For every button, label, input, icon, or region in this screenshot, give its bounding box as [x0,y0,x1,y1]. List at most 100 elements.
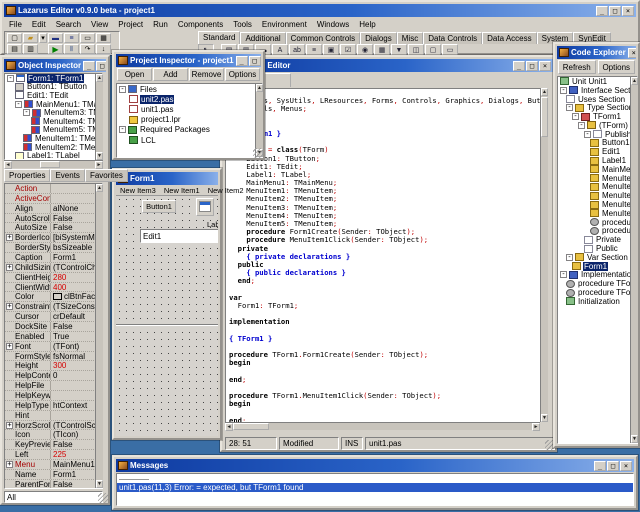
scroll-up-arrow[interactable]: ▲ [96,74,103,82]
designed-label1[interactable]: Lab [207,220,218,229]
tree-item-label1-tlabel[interactable]: Label1: TLabel [5,151,102,160]
expand-box[interactable]: - [560,271,567,278]
form-canvas[interactable]: Button1 Lab Edit1 [116,196,218,436]
tree-item-form1-tform1[interactable]: -Form1: TForm1 [5,74,102,83]
expand-box[interactable]: - [566,104,573,111]
scroll-left-arrow[interactable]: ◄ [225,423,233,431]
property-row-bordericons[interactable]: +BorderIcons [biSystemMenu,biMi [5,233,102,243]
property-row-name[interactable]: Name Form1 [5,470,102,480]
property-row-formstyle[interactable]: FormStyle fsNormal [5,352,102,362]
scroll-up-arrow[interactable]: ▲ [256,84,263,92]
maximize-button[interactable]: □ [607,461,619,471]
expand-box[interactable]: + [6,461,13,468]
tree-item-published[interactable]: -Published [558,130,637,139]
palette-tab-standard[interactable]: Standard [198,31,240,44]
form-menu-new-item2[interactable]: New Item2 [204,186,248,195]
open-button[interactable]: ▰ [23,33,38,43]
tree-item-button1[interactable]: Button1 [558,139,637,148]
scroll-thumb[interactable] [541,97,548,137]
maximize-button[interactable]: □ [609,6,621,16]
property-row-docksite[interactable]: DockSite False [5,322,102,332]
tree-item-menuitem5-tmenuitem[interactable]: MenuItem5: TMenuItem [5,126,102,135]
property-row-childsizing[interactable]: +ChildSizing (TControlChildSizing [5,263,102,273]
view-units-button[interactable]: ▤ [7,44,22,54]
save-button[interactable]: ▬ [48,33,63,43]
property-row-color[interactable]: Color clBtnFace [5,292,102,302]
view-grid-button[interactable]: ▦ [96,33,111,43]
palette-tab-common-controls[interactable]: Common Controls [286,32,360,44]
scroll-down-arrow[interactable]: ▼ [96,480,103,488]
expand-box[interactable]: + [6,422,13,429]
editor-vertical-scrollbar[interactable]: ▲ ▼ [540,88,548,422]
refresh-button[interactable]: Refresh [558,60,596,74]
menu-environment[interactable]: Environment [257,20,312,29]
minimize-button[interactable]: _ [83,61,95,71]
menu-project[interactable]: Project [113,20,148,29]
maximize-button[interactable]: □ [96,61,106,71]
scroll-up-arrow[interactable]: ▲ [631,77,638,85]
expand-box[interactable]: - [15,101,22,108]
step-into-button[interactable]: ↓ [96,44,111,54]
tree-item-menuitem3-tmenuitem[interactable]: -MenuItem3: TMenuItem [5,108,102,117]
tree-item-var-section[interactable]: -Var Section [558,253,637,262]
component-tree-vscrollbar[interactable]: ▲ ▼ [95,74,103,160]
tree-item-menuitem1-tmenuitem[interactable]: MenuItem1: TMenuItem [5,134,102,143]
property-row-borderstyle[interactable]: BorderStyle bsSizeable [5,243,102,253]
property-row-helpcontext[interactable]: HelpContext 0 [5,371,102,381]
tree-item-unit1-pas[interactable]: unit1.pas [117,104,262,114]
tree-item-mainmenu1[interactable]: MainMenu1 [558,165,637,174]
resize-grip[interactable] [98,493,108,503]
maximize-button[interactable]: □ [526,61,538,71]
tree-item-form1[interactable]: Form1 [558,262,637,271]
code-tree-scrollbar[interactable]: ▲ ▼ [630,77,638,443]
object-inspector-titlebar[interactable]: Object Inspector _ □ × [4,59,106,72]
tree-item-menuitem4[interactable]: MenuItem4 [558,200,637,209]
property-row-icon[interactable]: Icon (TIcon) [5,430,102,440]
tree-item-public[interactable]: Public [558,244,637,253]
property-row-helptype[interactable]: HelpType htContext [5,401,102,411]
minimize-button[interactable]: _ [513,61,525,71]
minimize-button[interactable]: _ [236,56,248,66]
code-area[interactable]: uses Classes, SysUtils, LResources, Form… [225,88,540,422]
tree-item-button1-tbutton[interactable]: Button1: TButton [5,83,102,92]
palette-tab-data-controls[interactable]: Data Controls [423,32,482,44]
menu-run[interactable]: Run [148,20,173,29]
palette-tab-dialogs[interactable]: Dialogs [360,32,397,44]
property-row-hint[interactable]: Hint [5,411,102,421]
tree-item-procedure-tform1-menuitem1click[interactable]: procedure TForm1.MenuItem1Click [558,288,637,297]
tree-item-project1-lpr[interactable]: project1.lpr [117,115,262,125]
property-filter-box[interactable]: All [4,491,103,503]
message-row[interactable] [117,474,633,483]
tree-item-procedure-form1create-sender-tobject[interactable]: procedure Form1Create(Sender: TObject) [558,218,637,227]
tree-item-menuitem2-tmenuitem[interactable]: MenuItem2: TMenuItem [5,143,102,152]
scroll-left-arrow[interactable]: ◄ [4,161,12,169]
designed-edit1[interactable]: Edit1 [140,229,218,243]
inspector-tab-properties[interactable]: Properties [4,169,50,182]
form-menu-new-item3[interactable]: New Item3 [116,186,160,195]
expand-box[interactable]: + [6,343,13,350]
component-tree-hscrollbar[interactable]: ◄ ► [4,160,103,168]
close-button[interactable]: × [539,61,551,71]
scroll-down-arrow[interactable]: ▼ [541,414,548,422]
property-row-enabled[interactable]: Enabled True [5,332,102,342]
source-editor-titlebar[interactable]: Source Editor _ □ × [224,59,553,72]
expand-box[interactable]: - [7,75,14,82]
expand-box[interactable]: - [119,86,126,93]
minimize-button[interactable]: _ [594,461,606,471]
new-form-button[interactable]: ▭ [80,33,95,43]
menu-edit[interactable]: Edit [27,20,51,29]
scroll-right-arrow[interactable]: ► [95,161,103,169]
property-row-clientwidth[interactable]: ClientWidth 400 [5,283,102,293]
inspector-tab-events[interactable]: Events [50,169,84,182]
step-over-button[interactable]: ↷ [80,44,95,54]
menu-windows[interactable]: Windows [312,20,354,29]
main-titlebar[interactable]: Lazarus Editor v0.9.0 beta - project1 _ … [4,4,636,17]
tree-item-initialization[interactable]: Initialization [558,297,637,306]
property-row-autosize[interactable]: AutoSize False [5,223,102,233]
code-explorer-titlebar[interactable]: Code Explorer × [557,46,636,59]
tree-item-mainmenu1-tmainmenu[interactable]: -MainMenu1: TMainMenu [5,100,102,109]
tree-item-menuitem5[interactable]: MenuItem5 [558,209,637,218]
menu-tools[interactable]: Tools [228,20,257,29]
property-row-helpfile[interactable]: HelpFile [5,381,102,391]
palette-tab-data-access[interactable]: Data Access [482,32,536,44]
